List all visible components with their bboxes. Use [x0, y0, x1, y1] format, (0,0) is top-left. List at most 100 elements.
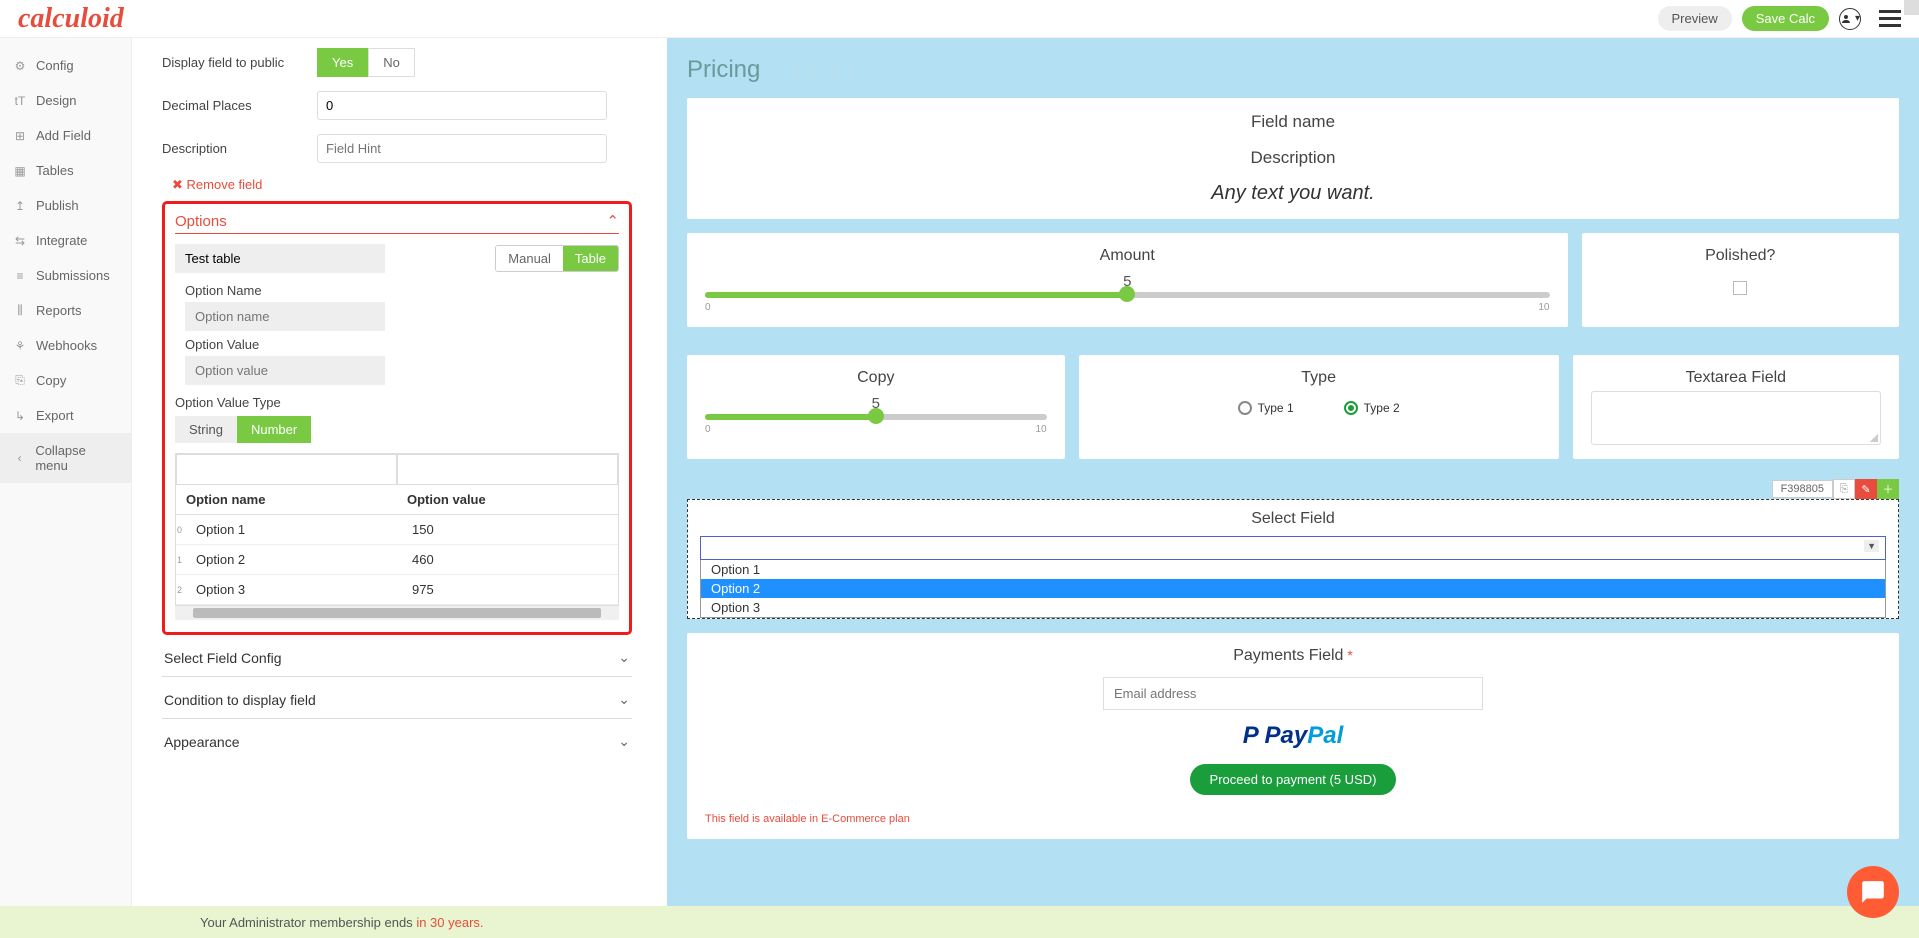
table-button[interactable]: Table: [563, 246, 618, 271]
chevron-down-icon: ⌄: [618, 649, 630, 666]
preview-panel: Pricing ☆ ☆ ☆ ☆ ☆ Field name Description…: [667, 38, 1919, 938]
sidebar-item-design[interactable]: tTDesign: [0, 83, 131, 118]
sidebar-item-add-field[interactable]: ⊞Add Field: [0, 118, 131, 153]
sidebar-item-config[interactable]: ⚙Config: [0, 48, 131, 83]
type1-radio[interactable]: Type 1: [1238, 399, 1294, 415]
col-header-name: Option name: [176, 485, 397, 514]
any-text-display: Any text you want.: [705, 182, 1881, 205]
sidebar-item-label: Collapse menu: [35, 443, 117, 473]
number-button[interactable]: Number: [237, 416, 311, 443]
type2-radio[interactable]: Type 2: [1344, 399, 1400, 415]
scroll-corner: [1904, 0, 1919, 15]
calculator-title: Pricing: [687, 56, 760, 84]
payments-label: Payments Field: [1233, 647, 1343, 664]
field-name-text: Field name: [705, 112, 1881, 132]
condition-section[interactable]: Condition to display field ⌄: [162, 681, 632, 719]
text-icon: tT: [14, 94, 26, 108]
table-icon: ▦: [14, 164, 26, 178]
copy-card: Copy 5 010: [687, 355, 1065, 459]
sidebar-item-webhooks[interactable]: ⚘Webhooks: [0, 328, 131, 363]
integrate-icon: ⇆: [14, 234, 26, 248]
select-field-label: Select Field: [700, 510, 1886, 528]
horizontal-scrollbar[interactable]: [175, 606, 619, 620]
chat-bubble-button[interactable]: [1847, 866, 1899, 918]
display-yes-button[interactable]: Yes: [317, 48, 368, 77]
payments-card: Payments Field * P PayPal Proceed to pay…: [687, 633, 1899, 839]
select-field-config-section[interactable]: Select Field Config⌄: [162, 639, 632, 677]
sidebar-item-label: Copy: [36, 373, 66, 388]
reports-icon: ⫼: [14, 303, 26, 318]
select-field-card: Select Field Option 1 Option 2 Option 3: [687, 499, 1899, 619]
slider-min: 0: [705, 302, 711, 313]
dropdown-option[interactable]: Option 1: [701, 560, 1885, 579]
ecommerce-plan-note: This field is available in E-Commerce pl…: [705, 813, 1881, 825]
footer-expiry: in 30 years.: [416, 915, 483, 930]
sidebar-item-publish[interactable]: ↥Publish: [0, 188, 131, 223]
option-value-label: Option Value: [185, 337, 619, 352]
chevron-down-icon: ⌄: [618, 691, 630, 708]
chevron-left-icon: ‹: [14, 451, 25, 465]
field-description-text: Description: [705, 148, 1881, 168]
filter-name-input[interactable]: [176, 454, 397, 485]
hamburger-menu-icon[interactable]: [1879, 10, 1901, 27]
cell-name: Option 3: [186, 575, 402, 604]
string-button[interactable]: String: [175, 416, 237, 443]
textarea-card: Textarea Field: [1573, 355, 1899, 459]
table-row[interactable]: 2Option 3975: [176, 575, 618, 605]
copy-label: Copy: [705, 369, 1047, 387]
amount-slider[interactable]: [705, 292, 1550, 298]
sidebar-item-copy[interactable]: ⎘Copy: [0, 363, 131, 398]
option-value-input[interactable]: [185, 356, 385, 385]
chevron-up-icon[interactable]: ⌃: [606, 212, 619, 230]
remove-field-link[interactable]: ✖ Remove field: [172, 177, 632, 193]
slider-thumb[interactable]: [868, 408, 884, 424]
appearance-section[interactable]: Appearance⌄: [162, 723, 632, 760]
options-panel: Options ⌃ Manual Table Option Name Optio…: [162, 201, 632, 635]
preview-button[interactable]: Preview: [1658, 6, 1732, 31]
decimal-places-input[interactable]: [317, 91, 607, 120]
user-menu-icon[interactable]: [1839, 8, 1861, 30]
description-input[interactable]: [317, 134, 607, 163]
clone-field-button[interactable]: ⎘: [1833, 479, 1855, 499]
cell-value: 975: [402, 575, 618, 604]
copy-slider[interactable]: [705, 414, 1047, 420]
email-input[interactable]: [1103, 677, 1483, 710]
sidebar-item-tables[interactable]: ▦ Tables: [0, 153, 131, 188]
proceed-payment-button[interactable]: Proceed to payment (5 USD): [1190, 764, 1397, 795]
section-title: Appearance: [164, 734, 240, 750]
select-combobox[interactable]: [700, 536, 1886, 560]
save-calc-button[interactable]: Save Calc: [1742, 6, 1829, 31]
display-no-button[interactable]: No: [368, 48, 415, 77]
textarea-input[interactable]: [1591, 391, 1881, 445]
table-name-input[interactable]: [175, 244, 385, 273]
sidebar-item-export[interactable]: ↳Export: [0, 398, 131, 433]
cell-name: Option 2: [186, 545, 402, 574]
paypal-logo-icon: P PayPal: [705, 722, 1881, 750]
collapse-menu-button[interactable]: ‹ Collapse menu: [0, 433, 131, 483]
field-toolbar: F398805 ⎘ ✎ ＋: [687, 479, 1899, 499]
table-row[interactable]: 1Option 2460: [176, 545, 618, 575]
required-star-icon: *: [1347, 647, 1352, 663]
gear-icon: ⚙: [14, 59, 26, 73]
section-title: Condition to display field: [164, 692, 316, 708]
sidebar-item-integrate[interactable]: ⇆Integrate: [0, 223, 131, 258]
filter-value-input[interactable]: [397, 454, 618, 485]
rating-stars-icon[interactable]: ☆ ☆ ☆ ☆ ☆: [770, 62, 861, 78]
dropdown-option[interactable]: Option 2: [701, 579, 1885, 598]
polished-checkbox[interactable]: [1733, 281, 1747, 295]
sidebar-item-label: Tables: [36, 163, 74, 178]
membership-footer: Your Administrator membership ends in 30…: [0, 906, 1919, 938]
text-display-card: Field name Description Any text you want…: [687, 98, 1899, 219]
dropdown-option[interactable]: Option 3: [701, 598, 1885, 617]
sidebar-item-submissions[interactable]: ≡Submissions: [0, 258, 131, 293]
cell-value: 150: [402, 515, 618, 544]
table-row[interactable]: 0Option 1150: [176, 515, 618, 545]
field-id-badge: F398805: [1772, 480, 1833, 498]
slider-max: 10: [1538, 302, 1549, 313]
option-name-input[interactable]: [185, 302, 385, 331]
sidebar-item-reports[interactable]: ⫼Reports: [0, 293, 131, 328]
edit-field-button[interactable]: ✎: [1855, 479, 1877, 499]
add-field-button[interactable]: ＋: [1877, 479, 1899, 499]
manual-button[interactable]: Manual: [496, 246, 563, 271]
slider-thumb[interactable]: [1119, 286, 1135, 302]
